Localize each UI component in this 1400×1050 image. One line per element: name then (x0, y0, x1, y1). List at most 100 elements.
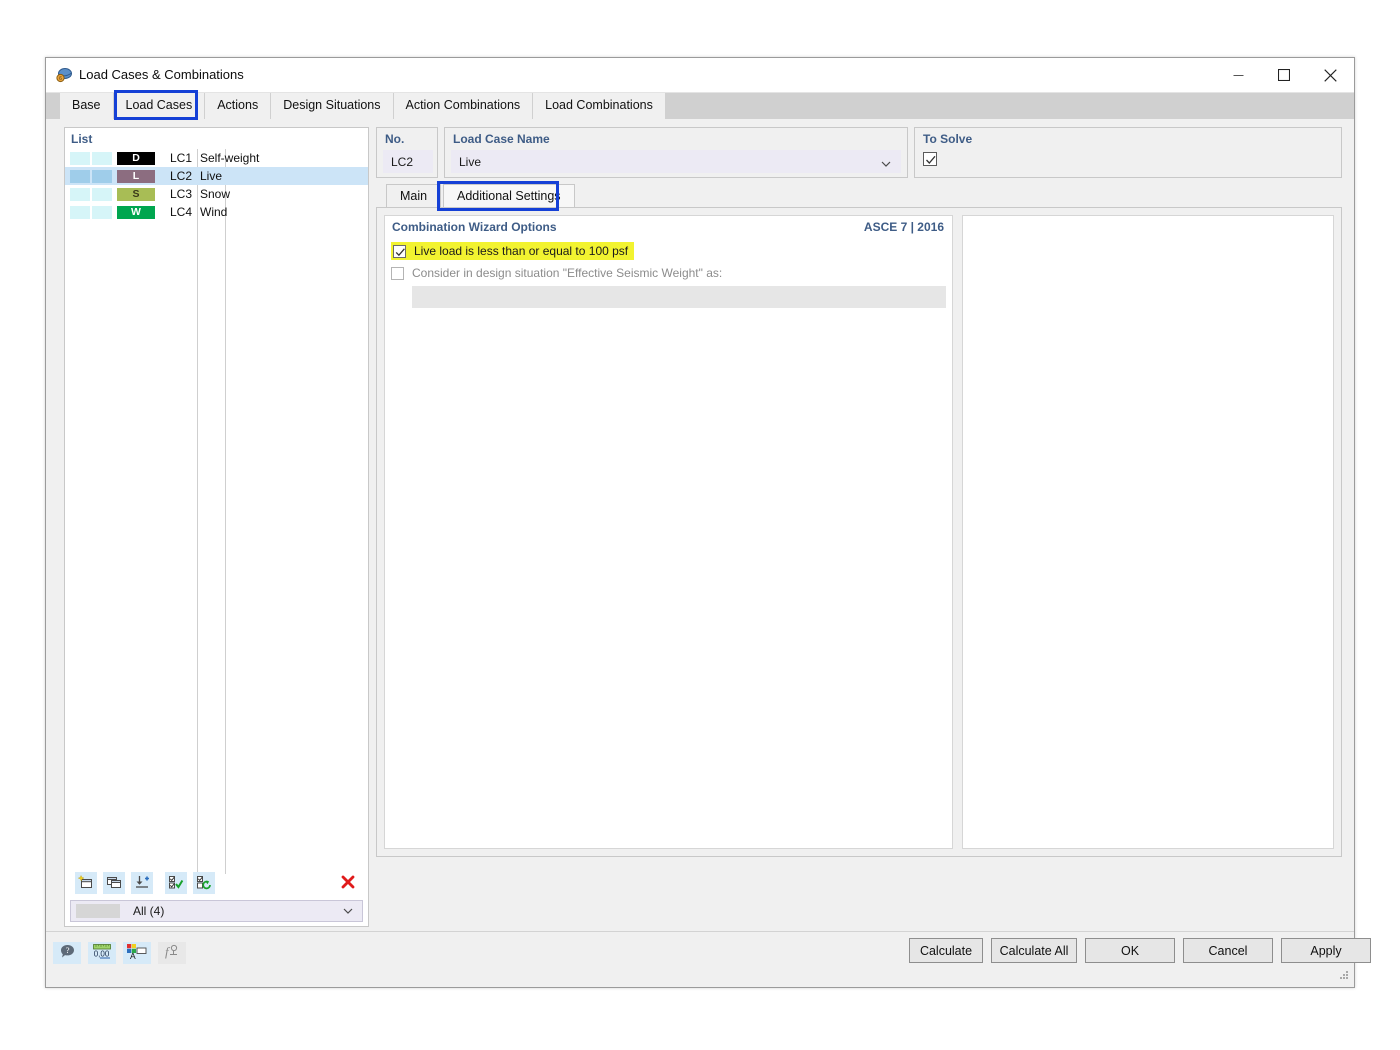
row-number: LC1 (170, 151, 193, 165)
option-label: Consider in design situation "Effective … (412, 266, 723, 280)
row-color-swatch-2 (92, 151, 112, 165)
tab-main[interactable]: Main (386, 184, 442, 208)
to-solve-field: To Solve (914, 127, 1342, 178)
wizard-preview-panel (962, 215, 1334, 849)
import-load-case-button[interactable] (131, 872, 153, 894)
checkbox[interactable] (391, 266, 404, 280)
row-color-swatch-1 (70, 205, 90, 219)
color-palette-icon: A (126, 943, 148, 963)
tab-load-combinations[interactable]: Load Combinations (532, 93, 665, 119)
svg-text:?: ? (65, 945, 69, 955)
row-color-swatch-2 (92, 187, 112, 201)
row-number: LC4 (170, 205, 193, 219)
table-row[interactable]: S LC3 Snow (65, 185, 368, 203)
load-case-name-value: Live (459, 154, 482, 169)
row-number: LC2 (170, 169, 193, 183)
colors-button[interactable]: A (123, 942, 151, 964)
apply-button[interactable]: Apply (1281, 938, 1371, 963)
row-type-badge: D (117, 151, 155, 165)
design-standard-label: ASCE 7 | 2016 (863, 220, 944, 234)
formula-button[interactable]: f (158, 942, 186, 964)
delete-load-case-button[interactable] (337, 872, 359, 894)
load-cases-dialog: 6 Load Cases & Combinations Base Load Ca… (45, 57, 1371, 988)
effective-seismic-weight-option[interactable]: Consider in design situation "Effective … (391, 266, 722, 280)
load-case-name-field: Load Case Name Live (444, 127, 908, 178)
minimize-button[interactable] (1215, 58, 1261, 92)
to-solve-label: To Solve (923, 132, 973, 146)
title-bar: 6 Load Cases & Combinations (46, 58, 1354, 93)
calculate-all-button[interactable]: Calculate All (991, 938, 1077, 963)
live-load-limit-option[interactable]: Live load is less than or equal to 100 p… (391, 242, 635, 260)
additional-settings-panel: Combination Wizard Options ASCE 7 | 2016… (376, 207, 1342, 857)
checklist-check-icon (168, 874, 184, 893)
ok-button[interactable]: OK (1085, 938, 1175, 963)
calculate-button[interactable]: Calculate (909, 938, 983, 963)
new-load-case-button[interactable] (75, 872, 97, 894)
load-case-name-input[interactable]: Live (451, 150, 901, 173)
maximize-button[interactable] (1261, 58, 1307, 92)
table-row[interactable]: W LC4 Wind (65, 203, 368, 221)
no-value: LC2 (391, 154, 414, 169)
row-name: Live (200, 169, 223, 183)
duplicate-load-case-button[interactable] (103, 872, 125, 894)
no-input[interactable]: LC2 (383, 150, 433, 173)
tab-additional-settings[interactable]: Additional Settings (443, 184, 575, 208)
combination-wizard-panel: Combination Wizard Options ASCE 7 | 2016… (384, 215, 953, 849)
effective-seismic-weight-input[interactable] (412, 286, 946, 308)
svg-text:0,00: 0,00 (94, 950, 110, 959)
svg-text:A: A (130, 951, 136, 960)
option-label: Live load is less than or equal to 100 p… (414, 244, 629, 258)
cancel-button[interactable]: Cancel (1183, 938, 1273, 963)
list-header-label: List (71, 132, 93, 146)
svg-text:f: f (165, 944, 171, 959)
dialog-footer: ? 0,00 A f Calculate Calculate All OK Ca… (46, 931, 1371, 987)
question-bubble-icon: ? (59, 943, 76, 963)
no-label: No. (385, 132, 405, 146)
row-color-swatch-1 (70, 169, 90, 183)
import-icon (134, 874, 150, 893)
table-row[interactable]: D LC1 Self-weight (65, 149, 368, 167)
chevron-down-icon (342, 905, 354, 920)
checklist-refresh-icon (196, 874, 212, 893)
list-column-divider-1 (197, 149, 198, 874)
row-name: Wind (200, 205, 228, 219)
load-case-list[interactable]: D LC1 Self-weight L LC2 Live S LC3 Snow (65, 149, 368, 874)
tab-action-combinations[interactable]: Action Combinations (392, 93, 533, 119)
row-color-swatch-1 (70, 151, 90, 165)
red-x-icon (340, 874, 356, 893)
row-name: Snow (200, 187, 231, 201)
tab-base[interactable]: Base (60, 93, 113, 119)
invert-selection-button[interactable] (193, 872, 215, 894)
list-filter-dropdown[interactable]: All (4) (70, 900, 363, 922)
load-case-detail-area: No. LC2 Load Case Name Live To Solve Mai… (376, 127, 1342, 987)
row-color-swatch-1 (70, 187, 90, 201)
help-info-button[interactable]: ? (53, 942, 81, 964)
window-title: Load Cases & Combinations (79, 67, 244, 82)
new-window-icon (77, 874, 94, 893)
load-case-name-label: Load Case Name (453, 132, 550, 146)
chevron-down-icon[interactable] (880, 158, 892, 173)
app-icon: 6 (55, 66, 73, 84)
load-case-no-field: No. LC2 (376, 127, 438, 178)
filter-color-swatch (76, 904, 120, 918)
resize-grip[interactable] (1338, 969, 1350, 984)
ruler-number-icon: 0,00 (92, 943, 112, 963)
tab-design-situations[interactable]: Design Situations (270, 93, 393, 119)
row-name: Self-weight (200, 151, 260, 165)
settings-tab-strip: Main Additional Settings (376, 181, 1342, 211)
row-color-swatch-2 (92, 205, 112, 219)
close-button[interactable] (1307, 58, 1353, 92)
row-color-swatch-2 (92, 169, 112, 183)
units-button[interactable]: 0,00 (88, 942, 116, 964)
copy-window-icon (106, 874, 122, 893)
row-type-badge: S (117, 187, 155, 201)
to-solve-checkbox[interactable] (923, 152, 937, 166)
filter-value: All (4) (133, 904, 165, 918)
combination-wizard-title: Combination Wizard Options (392, 220, 557, 234)
checkbox[interactable] (393, 244, 406, 258)
load-case-list-panel: List D LC1 Self-weight L LC2 Live S LC3 … (64, 127, 369, 927)
tab-actions[interactable]: Actions (204, 93, 271, 119)
select-all-button[interactable] (165, 872, 187, 894)
table-row[interactable]: L LC2 Live (65, 167, 368, 185)
tab-load-cases[interactable]: Load Cases (112, 93, 205, 119)
